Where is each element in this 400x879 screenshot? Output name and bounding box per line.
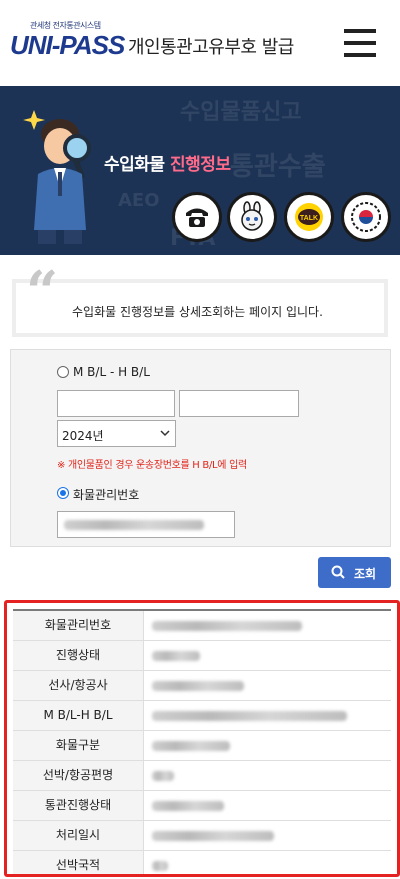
- table-row: 화물구분: [13, 731, 391, 761]
- search-icon: [331, 565, 345, 579]
- row-value: [144, 671, 391, 700]
- row-label-status: 진행상태: [13, 641, 144, 670]
- radio-mbl-hbl-label[interactable]: M B/L - H B/L: [73, 365, 150, 379]
- hamburger-menu-icon[interactable]: [344, 29, 376, 59]
- hero-banner: 수입물품신고 통관수출 AEO FTA 수입화물 진행정보: [0, 86, 400, 255]
- page-description-box: 수입화물 진행정보를 상세조회하는 페이지 입니다.: [12, 279, 388, 337]
- table-row: M B/L-H B/L: [13, 701, 391, 731]
- chatbot-icon[interactable]: [227, 192, 277, 242]
- row-value: [144, 731, 391, 760]
- quote-icon: “: [26, 259, 59, 325]
- row-value: [144, 641, 391, 670]
- banner-title-main: 수입화물: [104, 155, 165, 175]
- result-table: 화물관리번호 진행상태 선사/항공사 M B/L-H B/L 화물구분 선박/항…: [13, 609, 391, 874]
- radio-mbl-hbl[interactable]: [57, 366, 69, 378]
- table-row: 화물관리번호: [13, 611, 391, 641]
- banner-title: 수입화물 진행정보: [104, 150, 231, 175]
- row-label-bl: M B/L-H B/L: [13, 701, 144, 730]
- header: 관세청 전자통관시스템 UNI-PASS 개인통관고유부호 발급: [0, 0, 400, 86]
- row-value: [144, 851, 391, 874]
- banner-bg-word: 통관수출: [230, 152, 326, 182]
- result-highlight-frame: 화물관리번호 진행상태 선사/항공사 M B/L-H B/L 화물구분 선박/항…: [4, 600, 400, 877]
- talk-label: TALK: [300, 215, 318, 222]
- cargo-number-input[interactable]: [57, 511, 235, 538]
- row-value: [144, 611, 391, 640]
- row-value: [144, 821, 391, 850]
- radio-cargo-number[interactable]: [57, 487, 69, 499]
- row-label-cargo-number: 화물관리번호: [13, 611, 144, 640]
- cargo-number-blurred-value: [64, 520, 204, 530]
- telephone-icon[interactable]: [172, 192, 222, 242]
- table-row: 처리일시: [13, 821, 391, 851]
- year-select[interactable]: 2024년: [57, 420, 176, 447]
- page-description: 수입화물 진행정보를 상세조회하는 페이지 입니다.: [72, 305, 323, 319]
- hbl-note: ※ 개인물품인 경우 운송장번호를 H B/L에 입력: [57, 460, 247, 471]
- year-select-value: 2024년: [62, 429, 104, 443]
- hbl-input[interactable]: [179, 390, 299, 417]
- row-value: [144, 761, 391, 790]
- site-title[interactable]: 개인통관고유부호 발급: [128, 33, 294, 59]
- mascot-magnifier-illustration: [23, 110, 91, 244]
- row-label-cargo-type: 화물구분: [13, 731, 144, 760]
- row-value: [144, 791, 391, 820]
- radio-cargo-number-label[interactable]: 화물관리번호: [73, 486, 139, 503]
- row-label-clearance-status: 통관진행상태: [13, 791, 144, 820]
- table-row: 선사/항공사: [13, 671, 391, 701]
- table-row: 진행상태: [13, 641, 391, 671]
- row-label-vessel-flight: 선박/항공편명: [13, 761, 144, 790]
- row-label-vessel-nationality: 선박국적: [13, 851, 144, 874]
- search-form: M B/L - H B/L 2024년 ※ 개인물품인 경우 운송장번호를 H …: [10, 349, 391, 547]
- row-label-processed-at: 처리일시: [13, 821, 144, 850]
- row-value: [144, 701, 391, 730]
- table-row: 통관진행상태: [13, 791, 391, 821]
- logo-text: UNI-PASS: [10, 30, 125, 60]
- banner-bg-word: 수입물품신고: [180, 100, 302, 125]
- table-row: 선박/항공편명: [13, 761, 391, 791]
- kakaotalk-icon[interactable]: TALK: [284, 192, 334, 242]
- search-button[interactable]: 조회: [318, 557, 391, 588]
- page: 관세청 전자통관시스템 UNI-PASS 개인통관고유부호 발급 수입물품신고 …: [0, 0, 400, 879]
- government-emblem-icon[interactable]: [341, 192, 391, 242]
- mbl-input[interactable]: [57, 390, 175, 417]
- search-button-label: 조회: [354, 567, 377, 581]
- chevron-down-icon: [160, 430, 170, 437]
- row-label-carrier: 선사/항공사: [13, 671, 144, 700]
- unipass-logo[interactable]: 관세청 전자통관시스템 UNI-PASS: [10, 20, 125, 64]
- table-row: 선박국적: [13, 851, 391, 874]
- banner-bg-word: AEO: [118, 190, 160, 211]
- banner-title-highlight: 진행정보: [169, 155, 231, 175]
